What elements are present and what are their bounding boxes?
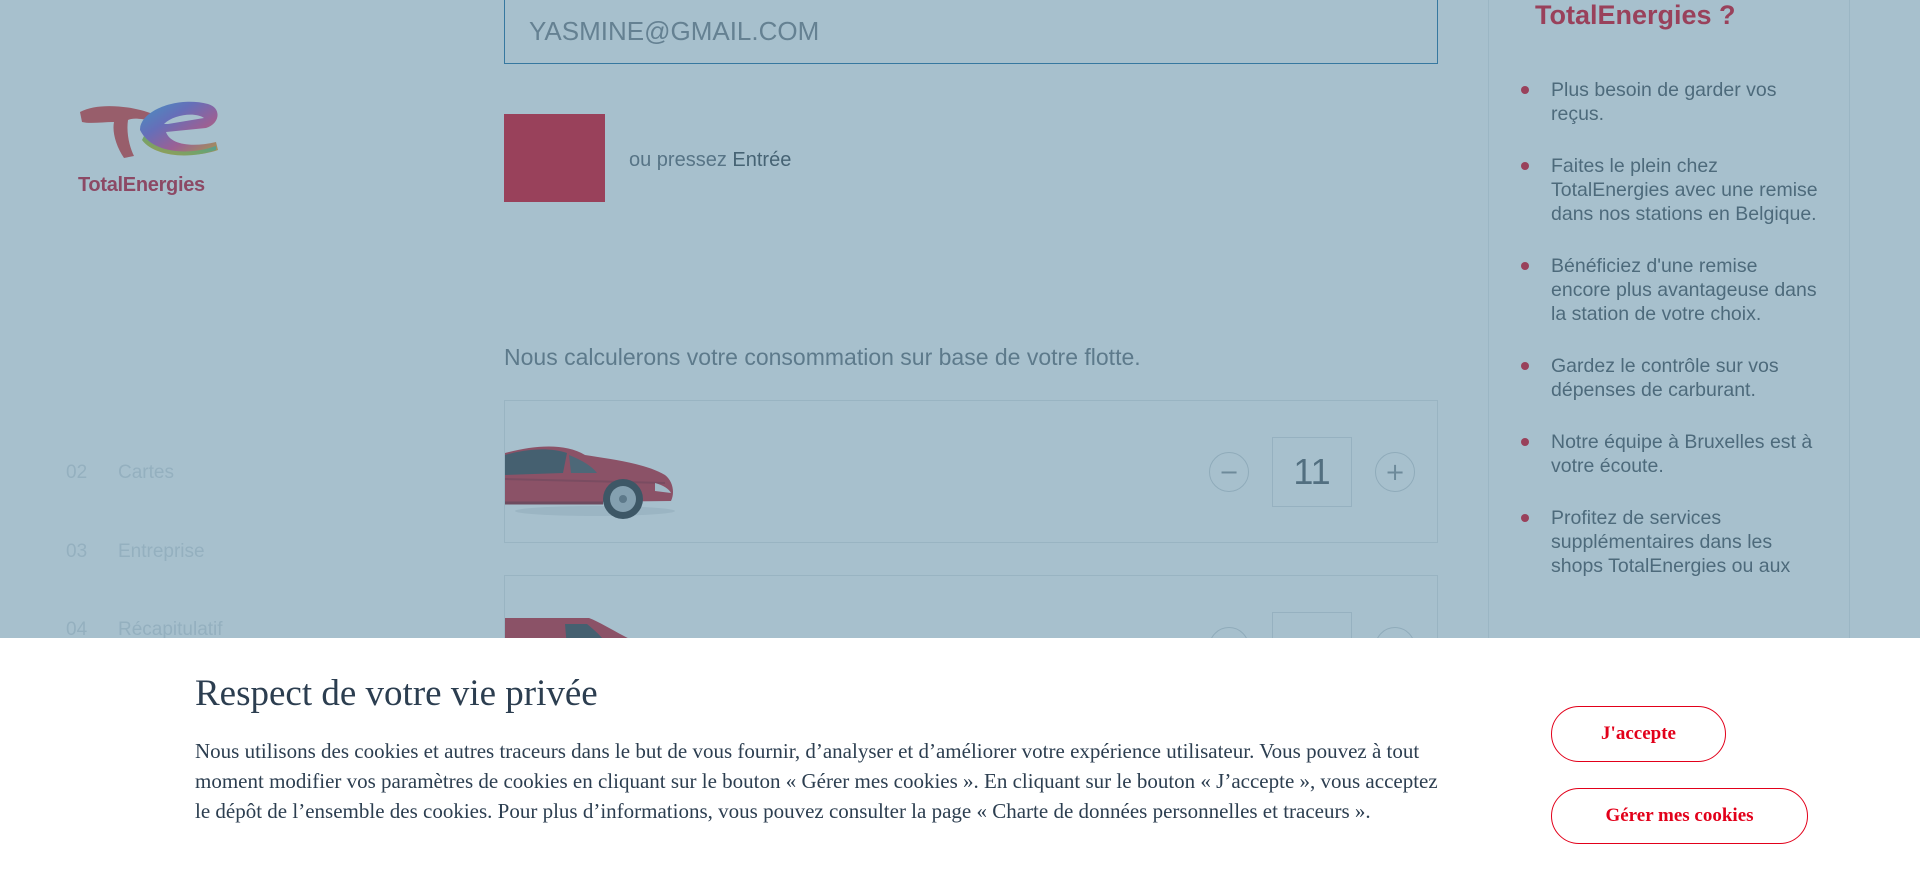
manage-cookies-button[interactable]: Gérer mes cookies <box>1551 788 1808 844</box>
cookie-banner-title: Respect de votre vie privée <box>195 673 598 714</box>
accept-cookies-button[interactable]: J'accepte <box>1551 706 1726 762</box>
cookie-banner-text: Nous utilisons des cookies et autres tra… <box>195 739 1438 823</box>
cookie-banner: Respect de votre vie privée Nous utiliso… <box>0 638 1920 880</box>
